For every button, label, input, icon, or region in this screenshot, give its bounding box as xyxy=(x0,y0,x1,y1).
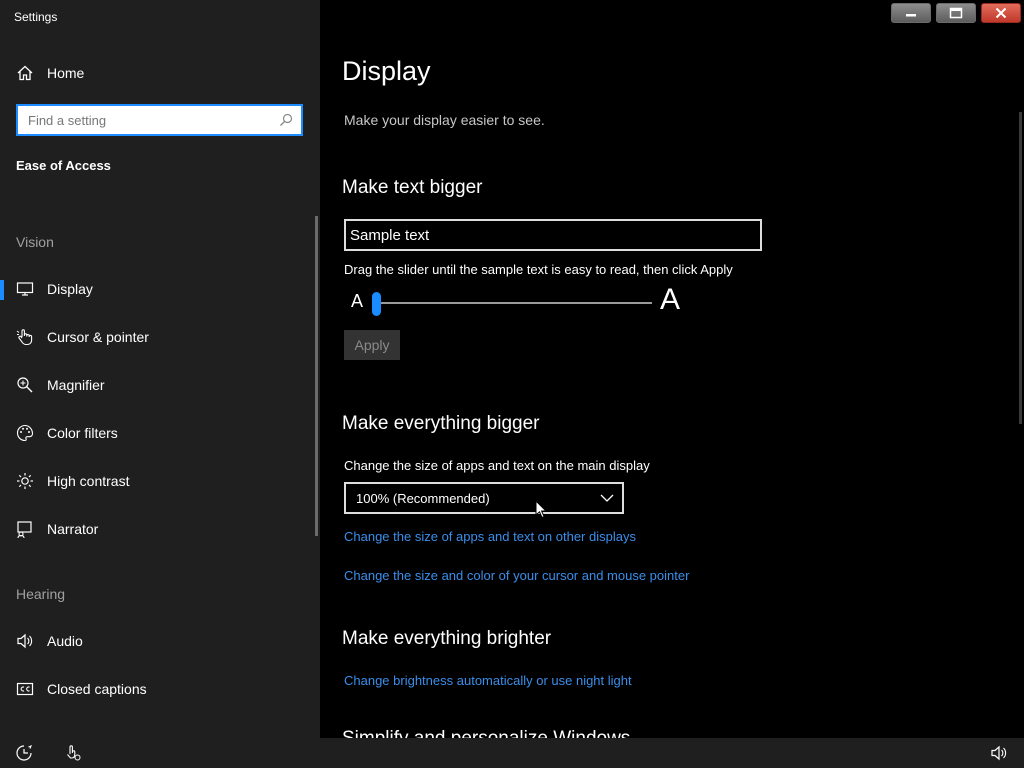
group-header-hearing: Hearing xyxy=(16,586,66,602)
search-box[interactable] xyxy=(16,104,303,136)
minimize-icon xyxy=(906,14,916,17)
sidebar-item-color-filters[interactable]: Color filters xyxy=(0,413,310,453)
sidebar-item-display[interactable]: Display xyxy=(0,269,310,309)
home-icon xyxy=(17,65,33,81)
mouse-cursor-icon xyxy=(535,500,547,519)
sidebar-home[interactable]: Home xyxy=(16,62,84,84)
sidebar-item-magnifier[interactable]: Magnifier xyxy=(0,365,310,405)
cc-icon xyxy=(16,682,34,696)
small-a-label: A xyxy=(351,291,364,311)
sidebar-item-closed-captions[interactable]: Closed captions xyxy=(0,669,310,709)
monitor-icon xyxy=(16,282,34,296)
close-icon xyxy=(995,7,1007,19)
heading-make-text-bigger: Make text bigger xyxy=(342,177,483,198)
sidebar-scrollbar[interactable] xyxy=(315,216,318,536)
sidebar-item-label: Magnifier xyxy=(47,377,105,393)
bottom-bar xyxy=(0,738,1024,768)
text-size-slider-track[interactable] xyxy=(376,302,652,304)
heading-make-everything-bigger: Make everything bigger xyxy=(342,413,540,434)
ease-of-access-icon[interactable] xyxy=(15,744,33,762)
sidebar-home-label: Home xyxy=(47,65,85,81)
link-brightness[interactable]: Change brightness automatically or use n… xyxy=(344,673,632,688)
main-scrollbar[interactable] xyxy=(1019,112,1022,424)
section-title: Ease of Access xyxy=(16,158,111,173)
big-a-label: A xyxy=(660,283,681,316)
page-title: Display xyxy=(342,56,431,86)
pointer-hand-icon xyxy=(16,329,33,346)
sample-text-box: Sample text xyxy=(344,219,762,251)
group-header-vision: Vision xyxy=(16,234,54,250)
chevron-down-icon xyxy=(600,494,614,502)
sidebar-item-high-contrast[interactable]: High contrast xyxy=(0,461,310,501)
close-button[interactable] xyxy=(981,3,1021,23)
sidebar-item-label: Closed captions xyxy=(47,681,147,697)
link-cursor-size[interactable]: Change the size and color of your cursor… xyxy=(344,568,689,583)
sidebar-item-label: Audio xyxy=(47,633,83,649)
page-subtitle: Make your display easier to see. xyxy=(344,112,545,128)
scale-dropdown-value: 100% (Recommended) xyxy=(356,490,490,506)
heading-simplify-personalize: Simplify and personalize Windows xyxy=(342,728,630,738)
sidebar: Settings Home Ease of Access Vision Disp… xyxy=(0,0,320,738)
maximize-icon xyxy=(949,7,963,19)
search-input[interactable] xyxy=(18,106,268,134)
magnifier-icon xyxy=(17,377,33,393)
heading-make-everything-brighter: Make everything brighter xyxy=(342,628,552,649)
sun-icon xyxy=(17,473,33,489)
app-title: Settings xyxy=(14,10,58,24)
apply-button[interactable]: Apply xyxy=(344,330,400,360)
sidebar-item-audio[interactable]: Audio xyxy=(0,621,310,661)
palette-icon xyxy=(17,424,34,442)
scale-dropdown[interactable]: 100% (Recommended) xyxy=(344,482,624,514)
search-icon[interactable] xyxy=(279,113,293,127)
minimize-button[interactable] xyxy=(891,3,931,23)
text-size-slider-thumb[interactable] xyxy=(372,292,381,316)
speaker-icon xyxy=(17,633,33,649)
sidebar-item-label: Narrator xyxy=(47,521,99,537)
sidebar-item-label: Display xyxy=(47,281,93,297)
settings-window: Settings Home Ease of Access Vision Disp… xyxy=(0,0,1024,768)
sidebar-item-label: Cursor & pointer xyxy=(47,329,149,345)
slider-hint: Drag the slider until the sample text is… xyxy=(344,262,733,277)
sidebar-item-cursor-pointer[interactable]: Cursor & pointer xyxy=(0,317,310,357)
sidebar-item-label: High contrast xyxy=(47,473,130,489)
sample-text: Sample text xyxy=(350,226,430,244)
maximize-button[interactable] xyxy=(936,3,976,23)
sidebar-item-narrator[interactable]: Narrator xyxy=(0,509,310,549)
narrator-icon xyxy=(17,521,32,538)
sidebar-item-label: Color filters xyxy=(47,425,118,441)
link-other-displays[interactable]: Change the size of apps and text on othe… xyxy=(344,529,636,544)
touch-keyboard-icon[interactable] xyxy=(64,744,82,762)
scale-label: Change the size of apps and text on the … xyxy=(344,458,650,473)
main-content: Display Make your display easier to see.… xyxy=(320,0,1024,738)
volume-icon[interactable] xyxy=(990,744,1008,762)
